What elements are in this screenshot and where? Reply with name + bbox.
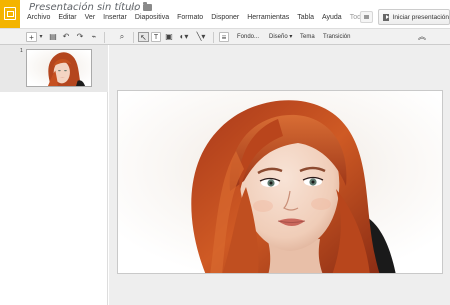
star-icon[interactable]: ☆ (128, 1, 138, 14)
collapse-icon[interactable]: ︽ (417, 32, 427, 42)
start-presentation-button[interactable]: Iniciar presentación (378, 9, 450, 25)
layout-button[interactable]: Diseño ▾ (269, 33, 292, 41)
menu-formato[interactable]: Formato (177, 14, 203, 26)
zoom-icon[interactable]: ⌕ (117, 32, 127, 42)
menu-herramientas[interactable]: Herramientas (247, 14, 289, 26)
header: Presentación sin título ☆ Archivo Editar… (0, 0, 450, 28)
shape-icon[interactable]: ◐▾ (177, 32, 191, 42)
menu-diapositiva[interactable]: Diapositiva (135, 14, 169, 26)
redo-icon[interactable]: ↷ (75, 32, 85, 42)
menu-ayuda[interactable]: Ayuda (322, 14, 342, 26)
menu-editar[interactable]: Editar (58, 14, 76, 26)
portrait-image-thumbnail (27, 50, 91, 86)
play-icon (383, 13, 389, 21)
transition-button[interactable]: Transición (323, 33, 350, 41)
menu-archivo[interactable]: Archivo (27, 14, 50, 26)
layout-label: Diseño (269, 34, 288, 40)
portrait-image[interactable] (118, 91, 443, 274)
slides-app: Presentación sin título ☆ Archivo Editar… (0, 0, 450, 305)
toolbar-divider (213, 32, 214, 43)
toolbar: + ▾ ▤ ↶ ↷ ⌁ ⌕ ↖ T ▣ ◐▾ ╲▾ ≡ Fondo... Dis… (0, 28, 450, 45)
background-button[interactable]: Fondo... (237, 33, 259, 41)
menu-disponer[interactable]: Disponer (211, 14, 239, 26)
menu-insertar[interactable]: Insertar (103, 14, 127, 26)
menu-bar: Archivo Editar Ver Insertar Diapositiva … (27, 14, 379, 26)
theme-button[interactable]: Tema (300, 33, 315, 41)
slide-number: 1 (20, 48, 23, 54)
slide-thumbnail[interactable] (26, 49, 92, 87)
menu-tabla[interactable]: Tabla (297, 14, 314, 26)
toolbar-divider (133, 32, 134, 43)
paint-format-icon[interactable]: ⌁ (89, 32, 99, 42)
dropdown-icon[interactable]: ▾ (38, 32, 44, 42)
slides-logo-icon[interactable] (0, 0, 20, 28)
image-icon[interactable]: ▣ (164, 32, 174, 42)
slide-thumbnail-row[interactable]: 1 (0, 45, 108, 92)
cursor-icon[interactable]: ↖ (138, 32, 149, 42)
comment-add-icon[interactable]: ≡ (219, 32, 229, 42)
print-icon[interactable]: ▤ (48, 32, 58, 42)
toolbar-divider (104, 32, 105, 43)
line-icon[interactable]: ╲▾ (195, 32, 207, 42)
textbox-icon[interactable]: T (151, 32, 161, 42)
slide-filmstrip: 1 (0, 45, 108, 305)
start-presentation-label: Iniciar presentación (392, 13, 449, 21)
comment-icon[interactable] (360, 11, 373, 23)
undo-icon[interactable]: ↶ (61, 32, 71, 42)
menu-ver[interactable]: Ver (85, 14, 96, 26)
document-title[interactable]: Presentación sin título (29, 2, 140, 13)
new-slide-icon[interactable]: + (26, 32, 37, 42)
slide-canvas[interactable] (117, 90, 443, 274)
folder-icon[interactable] (143, 2, 152, 11)
